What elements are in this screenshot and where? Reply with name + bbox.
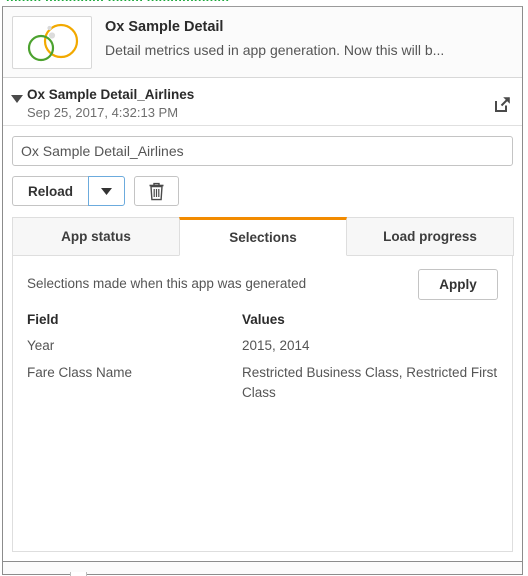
- app-title-block: Ox Sample Detail Detail metrics used in …: [105, 16, 512, 61]
- app-header: Ox Sample Detail Detail metrics used in …: [3, 7, 522, 78]
- task-timestamp: Sep 25, 2017, 4:32:13 PM: [27, 105, 179, 120]
- reload-split-button: Reload: [12, 176, 125, 206]
- two-overlapping-circles-icon: [27, 23, 79, 61]
- app-thumbnail: [12, 16, 92, 69]
- task-name-input[interactable]: [12, 136, 513, 166]
- cell-field: Fare Class Name: [27, 365, 133, 380]
- footer-tab-stub: [70, 572, 87, 576]
- trash-icon: [149, 182, 164, 200]
- task-name: Ox Sample Detail_Airlines: [27, 87, 195, 102]
- tab-selections[interactable]: Selections: [179, 217, 347, 256]
- column-header-values: Values: [242, 312, 285, 327]
- tab-load-progress[interactable]: Load progress: [346, 217, 514, 256]
- apply-button[interactable]: Apply: [418, 269, 498, 300]
- cell-values: Restricted Business Class, Restricted Fi…: [242, 365, 498, 400]
- open-in-new-window-button[interactable]: [492, 94, 512, 114]
- selections-panel: Selections made when this app was genera…: [12, 255, 513, 552]
- app-description: Detail metrics used in app generation. N…: [105, 42, 445, 58]
- selections-note: Selections made when this app was genera…: [27, 276, 307, 291]
- table-header-row: Field Values: [27, 312, 498, 336]
- caret-down-icon: [101, 187, 112, 195]
- task-expand-toggle[interactable]: [9, 95, 25, 103]
- task-name-field-wrapper: [3, 126, 522, 166]
- task-text-block: Ox Sample Detail_Airlines Sep 25, 2017, …: [27, 86, 492, 121]
- delete-button[interactable]: [134, 176, 179, 206]
- table-row: Year 2015, 2014: [27, 336, 498, 363]
- cell-values: 2015, 2014: [242, 338, 310, 353]
- open-in-new-window-icon: [494, 96, 510, 112]
- column-header-field: Field: [27, 312, 59, 327]
- app-detail-panel: Ox Sample Detail Detail metrics used in …: [2, 6, 523, 562]
- reload-dropdown-button[interactable]: [88, 176, 125, 206]
- selections-table: Field Values Year 2015, 2014 Fare Class …: [27, 312, 498, 410]
- reload-button[interactable]: Reload: [12, 176, 88, 206]
- cell-field: Year: [27, 338, 55, 353]
- app-name: Ox Sample Detail: [105, 19, 224, 35]
- task-row[interactable]: Ox Sample Detail_Airlines Sep 25, 2017, …: [3, 78, 522, 126]
- detail-tabs: App status Selections Load progress: [3, 217, 522, 256]
- selections-header: Selections made when this app was genera…: [27, 269, 498, 300]
- tab-app-status[interactable]: App status: [12, 217, 180, 256]
- caret-down-icon: [11, 95, 23, 103]
- clipped-heading-text: mmm mmmmm mmm mmmmmmm: [6, 0, 229, 4]
- table-row: Fare Class Name Restricted Business Clas…: [27, 363, 498, 410]
- action-button-row: Reload: [3, 166, 522, 217]
